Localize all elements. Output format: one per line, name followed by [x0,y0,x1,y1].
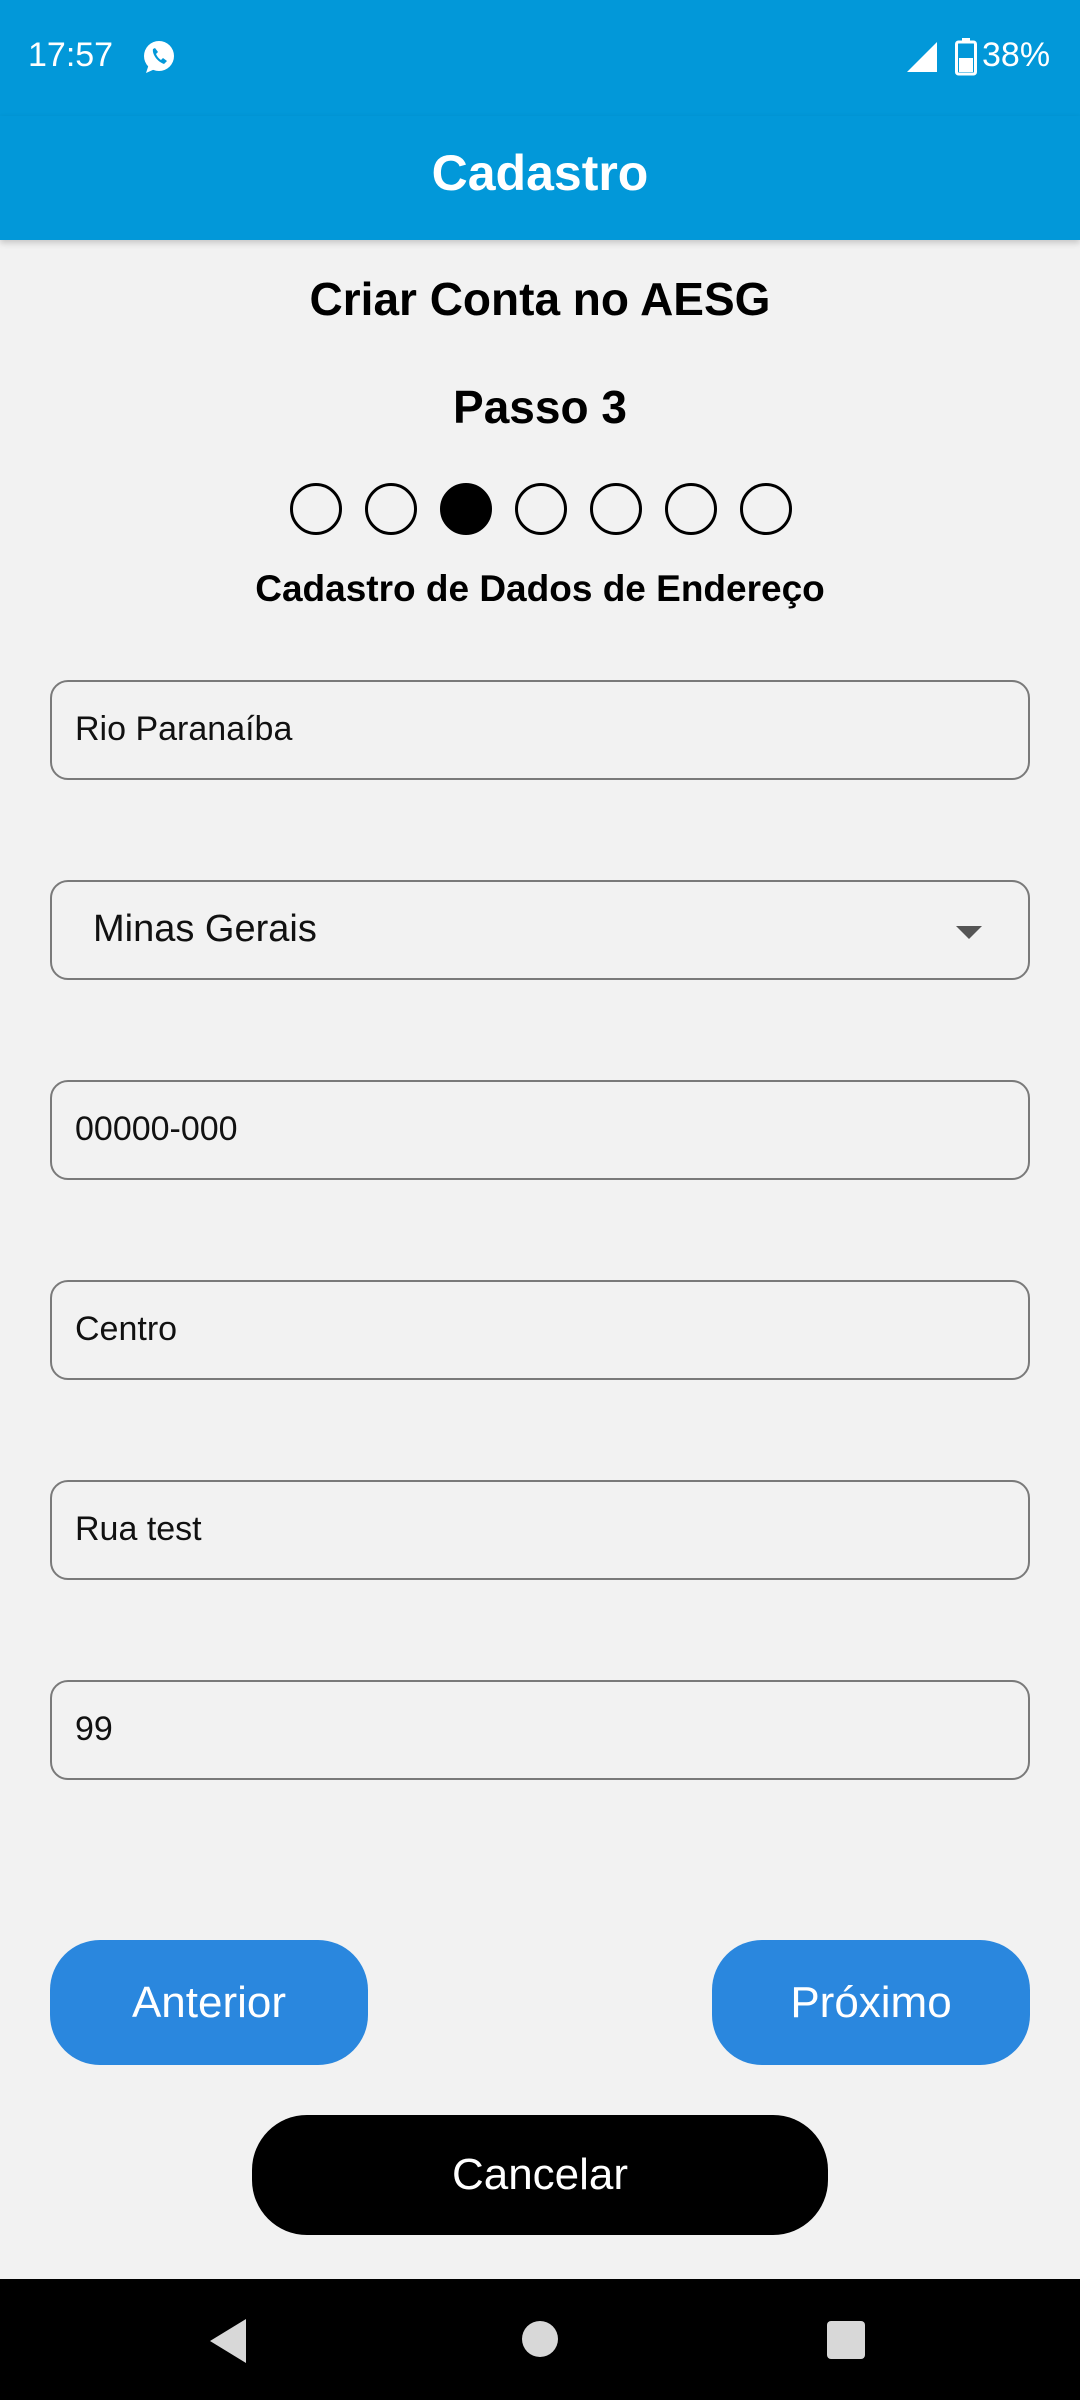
neighborhood-field[interactable]: Centro [50,1280,1030,1380]
app-bar: Cadastro [0,116,1080,240]
recent-apps-icon[interactable] [827,2321,865,2359]
number-field[interactable]: 99 [50,1680,1030,1780]
street-field[interactable]: Rua test [50,1480,1030,1580]
step-dot-7 [740,483,792,535]
number-value: 99 [75,1710,113,1748]
status-time: 17:57 [28,36,114,74]
city-field[interactable]: Rio Paranaíba [50,680,1030,780]
step-dot-1 [290,483,342,535]
state-select[interactable]: Minas Gerais [50,880,1030,980]
status-bar: 17:57 38% [0,0,1080,116]
navigation-bar [0,2279,1080,2400]
section-title: Cadastro de Dados de Endereço [255,568,825,609]
step-label: Passo 3 [453,381,627,433]
dropdown-arrow-icon [956,926,982,939]
step-dot-2 [365,483,417,535]
back-icon[interactable] [210,2319,246,2363]
cancel-button[interactable]: Cancelar [252,2115,828,2235]
app-title: Cadastro [431,145,649,201]
next-button[interactable]: Próximo [712,1940,1030,2065]
battery-percentage: 38% [982,36,1051,74]
step-dot-4 [515,483,567,535]
previous-button[interactable]: Anterior [50,1940,368,2065]
step-dot-3 [440,483,492,535]
home-icon[interactable] [522,2321,558,2357]
form-title: Criar Conta no AESG [309,273,771,325]
city-value: Rio Paranaíba [75,710,293,748]
street-value: Rua test [75,1510,202,1548]
neighborhood-value: Centro [75,1310,178,1348]
state-value: Minas Gerais [93,908,317,950]
battery-icon [955,38,977,76]
signal-icon [907,42,937,72]
cep-value: 00000-000 [75,1110,238,1148]
cep-field[interactable]: 00000-000 [50,1080,1030,1180]
step-dot-6 [665,483,717,535]
whatsapp-icon [144,41,174,73]
step-dot-5 [590,483,642,535]
